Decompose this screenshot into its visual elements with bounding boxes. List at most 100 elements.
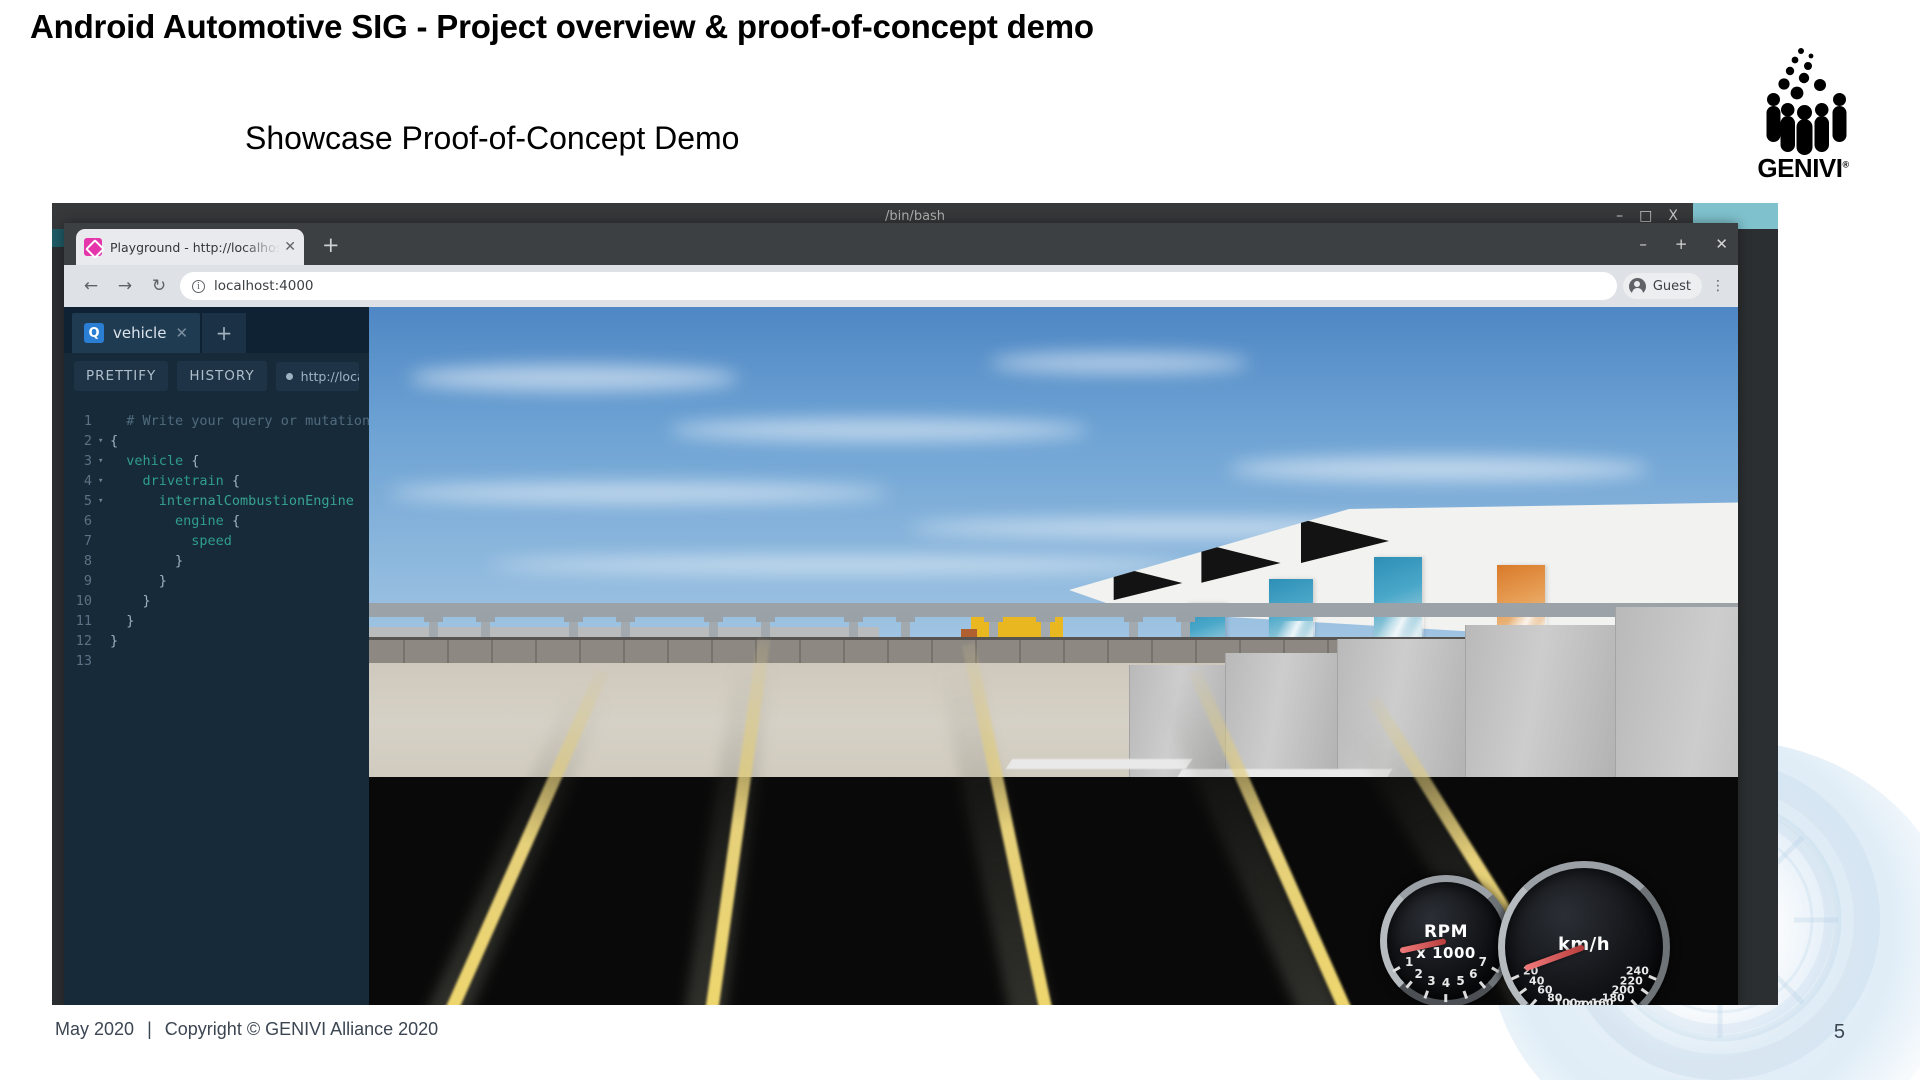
line-number: 4 — [83, 473, 92, 489]
cloud — [1229, 457, 1649, 481]
gauge-tick-label: 2 — [1414, 966, 1423, 981]
code-line: 11 } — [64, 611, 369, 631]
graphql-endpoint-text: http://localhost: — [300, 368, 359, 384]
genivi-wordmark: GENIVI® — [1757, 153, 1849, 183]
code-line: 12} — [64, 631, 369, 651]
code-text: # Write your query or mutation — [126, 413, 369, 429]
embedded-screenshot: /bin/bash – □ X Playground - http://loca… — [52, 203, 1778, 1005]
page-title: Android Automotive SIG - Project overvie… — [30, 8, 1094, 45]
line-number: 2 — [83, 433, 92, 449]
profile-button[interactable]: Guest — [1622, 273, 1702, 299]
ground-stripe — [1005, 759, 1193, 769]
profile-name: Guest — [1652, 278, 1691, 294]
cloud — [389, 483, 889, 503]
code-line: 13 — [64, 651, 369, 671]
code-fold-icon[interactable]: ▾ — [98, 491, 110, 511]
history-button[interactable]: HISTORY — [177, 361, 267, 391]
gauge-tick — [1479, 980, 1487, 989]
terminal-close-button[interactable]: X — [1668, 209, 1678, 223]
graphql-endpoint-field[interactable]: http://localhost: — [275, 361, 359, 391]
code-line: 5 ▾ internalCombustionEngine — [64, 491, 369, 511]
gauge-tick — [1648, 974, 1657, 981]
code-text: vehicle { — [126, 453, 200, 469]
gauge-tick — [1392, 966, 1401, 973]
code-text: } — [142, 593, 151, 609]
reload-icon[interactable]: ↻ — [142, 276, 176, 296]
code-text: drivetrain { — [142, 473, 241, 489]
code-fold-icon[interactable]: ▾ — [98, 431, 110, 451]
new-tab-button[interactable]: + — [322, 235, 340, 256]
gauge-tick-label: 7 — [1478, 955, 1487, 970]
instrument-cluster: RPM x 1000 1234567 km/h 2040608010012014… — [1380, 861, 1720, 1005]
terminal-maximize-button[interactable]: □ — [1639, 209, 1652, 223]
gauge-tick — [1530, 999, 1538, 1005]
terminal-minimize-button[interactable]: – — [1616, 209, 1623, 223]
gauge-tick — [1444, 994, 1448, 1003]
terminal-title: /bin/bash — [884, 208, 946, 224]
address-bar-text: localhost:4000 — [214, 278, 314, 294]
slide: Android Automotive SIG - Project overvie… — [0, 0, 1920, 1080]
gauge-tick-label: 6 — [1469, 966, 1478, 981]
chrome-tabstrip: Playground - http://localhost:40 ✕ + – +… — [64, 223, 1738, 265]
line-number: 3 — [83, 453, 92, 469]
code-fold-icon[interactable]: ▾ — [98, 471, 110, 491]
graphql-add-tab-button[interactable]: + — [202, 313, 246, 353]
genivi-logo-icon — [1766, 48, 1847, 155]
code-fold-icon — [98, 651, 110, 671]
graphql-tab-label: vehicle — [113, 324, 167, 342]
graphql-tabbar: Q vehicle ✕ + — [64, 307, 369, 353]
concrete-block — [1615, 607, 1738, 785]
close-icon[interactable]: ✕ — [175, 324, 188, 342]
close-icon[interactable]: ✕ — [280, 239, 296, 255]
chrome-menu-icon[interactable]: ⋮ — [1708, 279, 1728, 293]
driving-simulator-viewport[interactable]: RPM x 1000 1234567 km/h 2040608010012014… — [369, 307, 1738, 1005]
code-line: 7 speed — [64, 531, 369, 551]
site-info-icon[interactable]: i — [192, 279, 205, 293]
speedometer-gauge: km/h 20406080100120140160180200220240 — [1498, 861, 1670, 1005]
gauge-tick — [1511, 974, 1520, 981]
concrete-block — [1465, 625, 1615, 785]
graphql-query-editor[interactable]: 1 # Write your query or mutation 2 ▾{3 ▾ ve… — [64, 407, 369, 1005]
code-text: } — [175, 553, 184, 569]
code-fold-icon[interactable]: ▾ — [98, 451, 110, 471]
tachometer-label: RPM — [1424, 922, 1468, 942]
graphql-tab-vehicle[interactable]: Q vehicle ✕ — [72, 313, 201, 353]
chrome-close-button[interactable]: ✕ — [1715, 235, 1728, 253]
code-line: 3 ▾ vehicle { — [64, 451, 369, 471]
gauge-tick — [1423, 990, 1430, 999]
code-fold-icon — [98, 551, 110, 571]
line-number: 5 — [83, 493, 92, 509]
gauge-tick — [1405, 980, 1413, 989]
page-subtitle: Showcase Proof-of-Concept Demo — [245, 120, 740, 156]
prettify-button[interactable]: PRETTIFY — [74, 361, 169, 391]
back-icon[interactable]: ← — [74, 276, 108, 296]
speedometer-label: km/h — [1557, 934, 1611, 955]
browser-tab-playground[interactable]: Playground - http://localhost:40 ✕ — [76, 229, 304, 265]
line-number: 12 — [75, 633, 92, 649]
code-fold-icon — [98, 631, 110, 651]
code-text: speed — [191, 533, 232, 549]
avatar-icon — [1628, 277, 1646, 295]
status-dot-icon — [285, 372, 293, 380]
page-viewport: Q vehicle ✕ + PRETTIFY HISTORY http://lo… — [64, 307, 1738, 1005]
address-bar[interactable]: i localhost:4000 — [180, 272, 1617, 300]
chrome-browser-window[interactable]: Playground - http://localhost:40 ✕ + – +… — [64, 223, 1738, 1005]
line-number: 10 — [75, 593, 92, 609]
chrome-maximize-button[interactable]: + — [1675, 235, 1688, 253]
gauge-tick-label: 4 — [1441, 976, 1451, 991]
line-number: 8 — [83, 553, 92, 569]
code-fold-icon — [98, 511, 110, 531]
code-text: } — [110, 633, 119, 649]
footer: May 2020 | Copyright © GENIVI Alliance 2… — [55, 1019, 438, 1040]
tachometer-gauge: RPM x 1000 1234567 — [1380, 875, 1512, 1005]
gauge-tick — [1640, 987, 1649, 995]
chrome-minimize-button[interactable]: – — [1639, 235, 1647, 253]
code-line: 10 } — [64, 591, 369, 611]
code-text: } — [158, 573, 167, 589]
code-line: 1 # Write your query or mutation — [64, 411, 369, 431]
code-line: 6 engine { — [64, 511, 369, 531]
gauge-tick-label: 240 — [1625, 964, 1649, 978]
forward-icon[interactable]: → — [108, 276, 142, 296]
cloud — [669, 419, 1089, 441]
graphql-favicon-icon — [84, 238, 102, 256]
